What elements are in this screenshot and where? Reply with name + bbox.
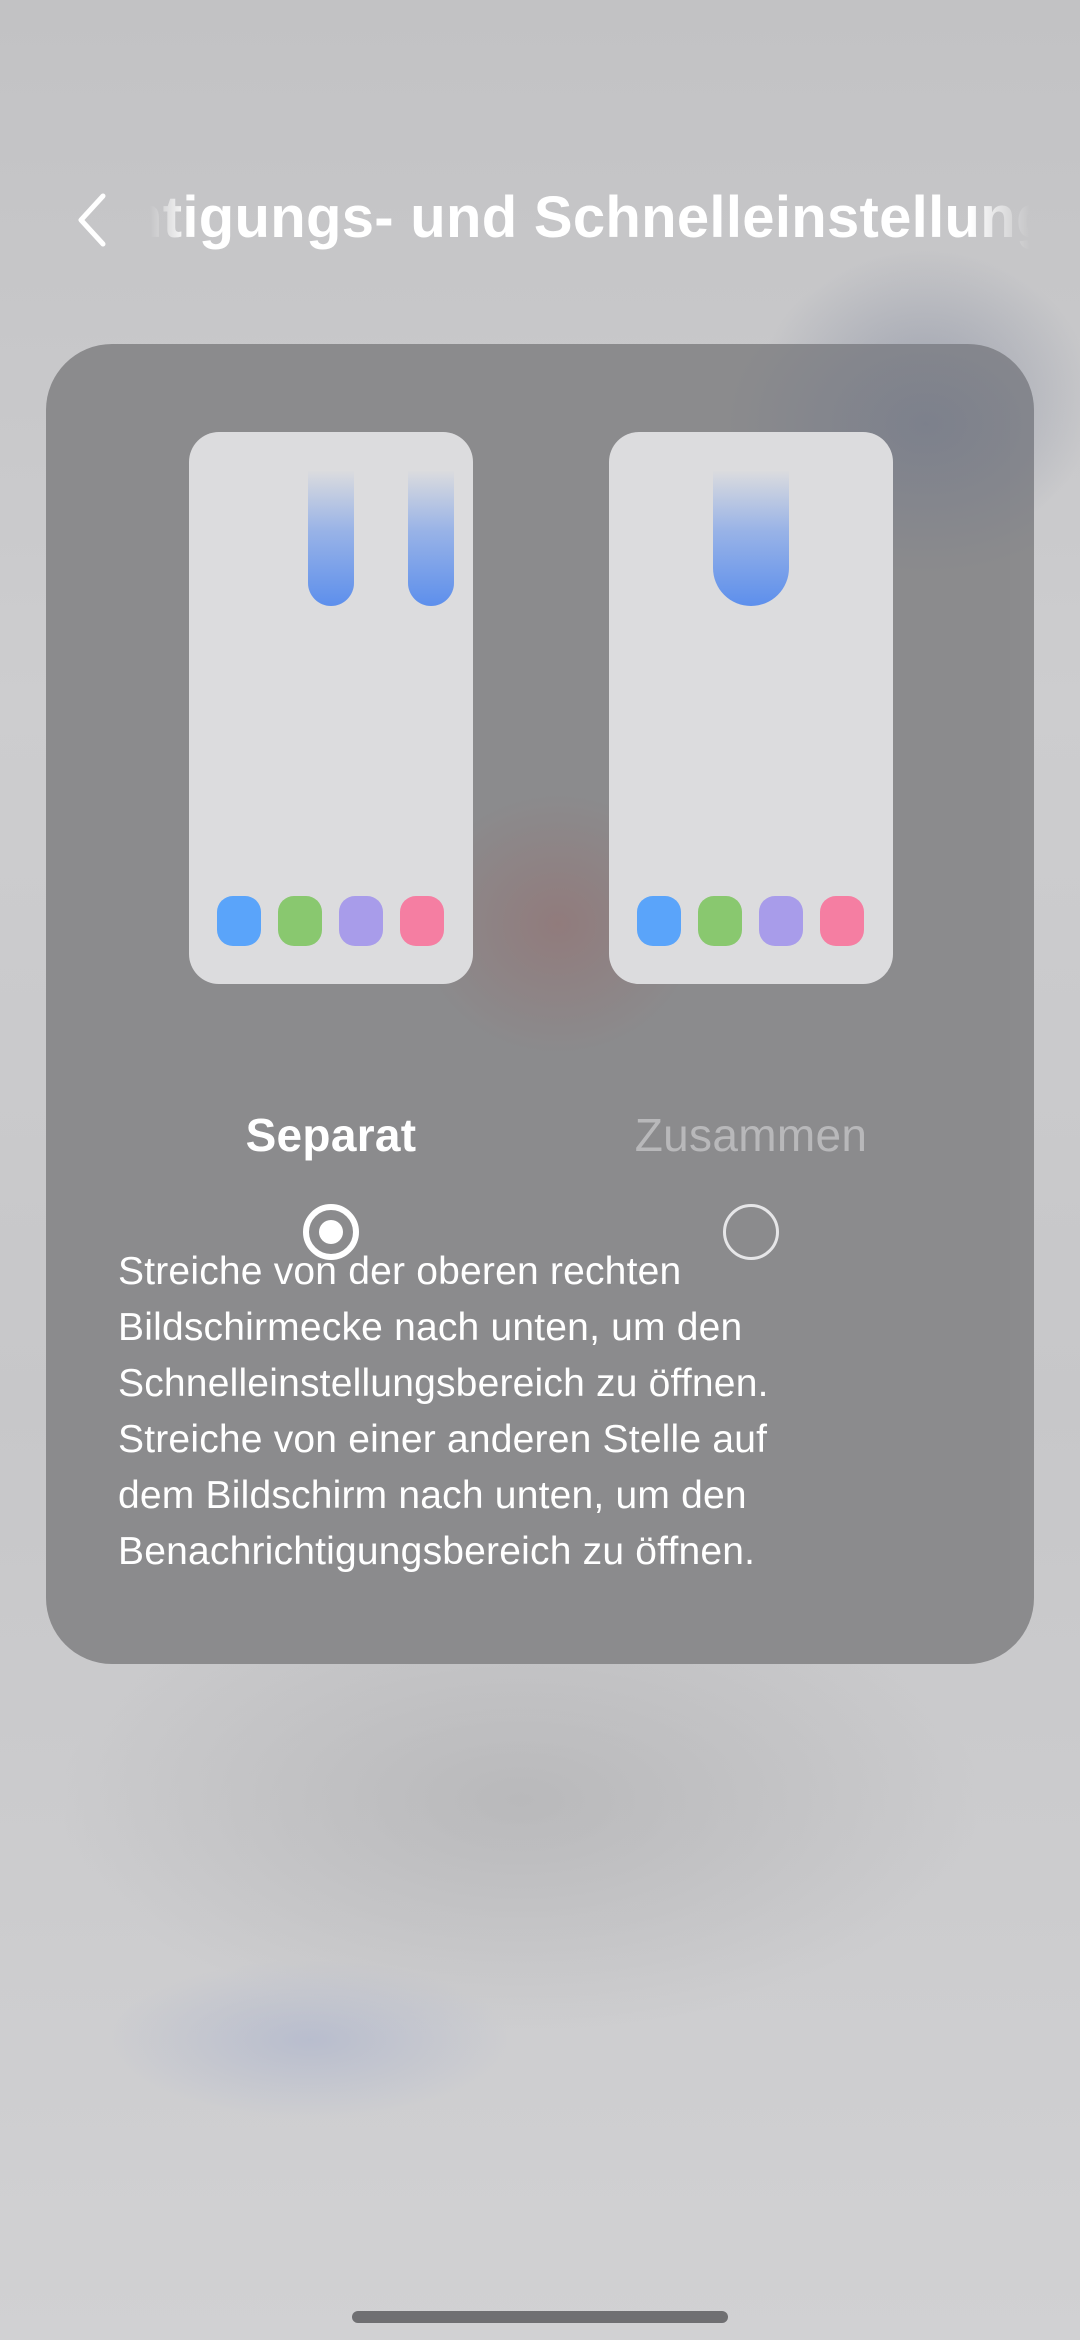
- zusammen-preview[interactable]: [609, 432, 893, 984]
- home-indicator[interactable]: [352, 2311, 728, 2323]
- quick-settings-pull-indicator: [408, 470, 454, 606]
- description-line: dem Bildschirm nach unten, um den: [118, 1474, 747, 1517]
- option-separat[interactable]: Separat: [189, 432, 473, 1260]
- description-line: Streiche von der oberen rechten: [118, 1250, 682, 1293]
- app-icon-pink: [400, 896, 444, 946]
- option-label-separat: Separat: [245, 1109, 417, 1161]
- panel-style-card: Separat Zusammen Streiche von der oberen…: [46, 344, 1034, 1664]
- header: Benachrichtigungs- und Schnelleinstellun…: [0, 170, 1080, 270]
- app-icon-blue: [217, 896, 261, 946]
- app-icon-blue: [637, 896, 681, 946]
- app-icon-purple: [759, 896, 803, 946]
- app-icons-row: [637, 896, 867, 946]
- back-button[interactable]: [58, 180, 128, 260]
- page-title: Benachrichtigungs- und Schnelleinstellun…: [150, 185, 1030, 250]
- option-description: Streiche von der oberen rechten Bildschi…: [118, 1244, 978, 1580]
- description-line: Bildschirmecke nach unten, um den: [118, 1306, 743, 1349]
- app-icon-green: [278, 896, 322, 946]
- description-line: Streiche von einer anderen Stelle auf: [118, 1418, 768, 1461]
- notification-pull-indicator: [308, 470, 354, 606]
- combined-pull-indicator: [713, 470, 789, 606]
- app-icons-row: [217, 896, 447, 946]
- chevron-left-icon: [78, 193, 106, 247]
- app-icon-green: [698, 896, 742, 946]
- separat-preview[interactable]: [189, 432, 473, 984]
- description-line: Benachrichtigungsbereich zu öffnen.: [118, 1530, 756, 1573]
- option-zusammen[interactable]: Zusammen: [609, 432, 893, 1260]
- app-icon-pink: [820, 896, 864, 946]
- app-icon-purple: [339, 896, 383, 946]
- title-container: Benachrichtigungs- und Schnelleinstellun…: [150, 170, 1030, 270]
- option-label-zusammen: Zusammen: [634, 1109, 868, 1161]
- description-line: Schnelleinstellungsbereich zu öffnen.: [118, 1362, 769, 1405]
